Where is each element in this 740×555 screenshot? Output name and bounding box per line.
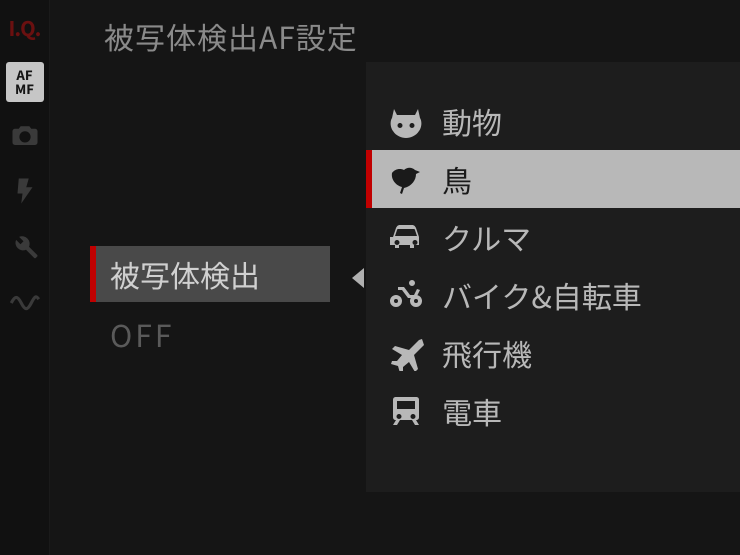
wrench-icon (10, 232, 40, 267)
tab-afmf[interactable]: AF MF (6, 62, 44, 102)
page-title: 被写体検出AF設定 (104, 14, 358, 58)
submenu-item-bird-label: 鳥 (442, 157, 472, 201)
wave-icon (10, 288, 40, 323)
submenu-item-bird[interactable]: 鳥 (366, 150, 740, 208)
left-tabbar: I.Q. AF MF (0, 0, 50, 555)
flash-icon (10, 176, 40, 211)
tab-iq[interactable]: I.Q. (4, 6, 46, 48)
submenu-pointer-icon (352, 268, 364, 288)
menu-item-subject-detect-label: 被写体検出 (110, 252, 260, 296)
submenu-item-bike-label: バイク&自転車 (442, 273, 642, 317)
tab-afmf-bottom: MF (15, 82, 34, 96)
submenu-item-car-label: クルマ (442, 215, 531, 259)
plane-icon (384, 333, 428, 373)
tab-setup[interactable] (4, 228, 46, 270)
menu-item-off[interactable]: OFF (110, 312, 174, 356)
bike-icon (384, 275, 428, 315)
tab-camera[interactable] (4, 116, 46, 158)
tab-flash[interactable] (4, 172, 46, 214)
bird-icon (384, 159, 428, 199)
submenu-item-bike[interactable]: バイク&自転車 (366, 266, 740, 324)
submenu-item-animal[interactable]: 動物 (366, 92, 740, 150)
train-icon (384, 391, 428, 431)
submenu-item-plane-label: 飛行機 (442, 331, 532, 375)
submenu-item-animal-label: 動物 (442, 99, 502, 143)
tab-network[interactable] (4, 284, 46, 326)
submenu-item-car[interactable]: クルマ (366, 208, 740, 266)
subject-submenu: 動物 鳥 クルマ バイク&自転車 飛行機 (366, 62, 740, 492)
submenu-item-train-label: 電車 (442, 389, 502, 433)
submenu-item-train[interactable]: 電車 (366, 382, 740, 440)
animal-icon (384, 101, 428, 141)
car-icon (384, 217, 428, 257)
submenu-item-plane[interactable]: 飛行機 (366, 324, 740, 382)
menu-item-subject-detect[interactable]: 被写体検出 (90, 246, 330, 302)
camera-icon (10, 120, 40, 155)
main-panel: 被写体検出AF設定 被写体検出 OFF 動物 鳥 クルマ (50, 0, 740, 555)
